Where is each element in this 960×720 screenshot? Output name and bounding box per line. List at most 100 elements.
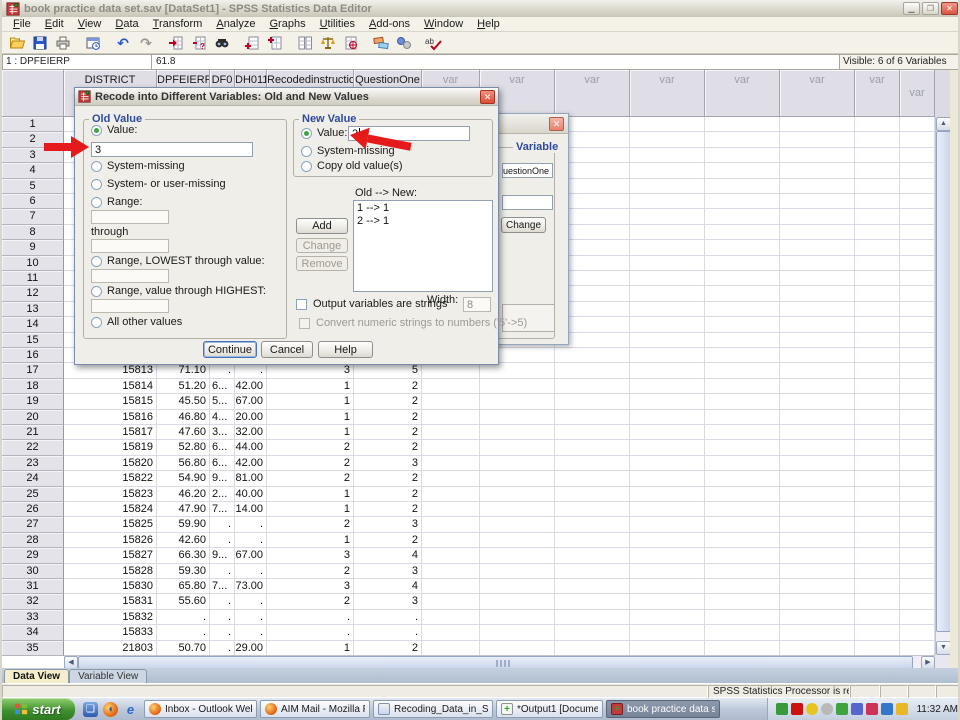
grid-cell[interactable] (630, 348, 705, 363)
column-header[interactable]: var (705, 70, 780, 117)
old-system-user-missing-radio[interactable]: System- or user-missing (91, 178, 226, 190)
grid-cell[interactable]: 15822 (64, 471, 157, 486)
grid-cell[interactable] (480, 594, 555, 609)
old-value-radio[interactable]: Value: (91, 124, 137, 136)
grid-cell[interactable] (900, 641, 935, 656)
grid-cell[interactable] (780, 471, 855, 486)
grid-cell[interactable] (630, 594, 705, 609)
grid-cell[interactable]: 15819 (64, 440, 157, 455)
tab-data-view[interactable]: Data View (4, 669, 69, 683)
row-header[interactable]: 34 (2, 625, 64, 640)
grid-cell[interactable] (855, 594, 900, 609)
grid-cell[interactable]: 59.30 (157, 564, 210, 579)
grid-cell[interactable] (705, 179, 780, 194)
grid-cell[interactable]: 2 (267, 471, 354, 486)
row-header[interactable]: 25 (2, 487, 64, 502)
grid-cell[interactable] (780, 132, 855, 147)
grid-cell[interactable] (705, 163, 780, 178)
grid-cell[interactable]: 3 (267, 363, 354, 378)
grid-cell[interactable] (855, 425, 900, 440)
copy-old-values-radio[interactable]: Copy old value(s) (301, 160, 403, 172)
grid-cell[interactable]: 67.00 (235, 548, 267, 563)
grid-cell[interactable]: 3... (210, 425, 235, 440)
grid-cell[interactable]: 1 (267, 394, 354, 409)
grid-cell[interactable]: 7... (210, 502, 235, 517)
grid-cell[interactable] (900, 132, 935, 147)
grid-cell[interactable] (705, 641, 780, 656)
grid-cell[interactable] (422, 425, 480, 440)
spell-check-icon[interactable]: ab (423, 33, 445, 52)
grid-cell[interactable] (900, 333, 935, 348)
grid-cell[interactable] (422, 564, 480, 579)
grid-cell[interactable] (780, 564, 855, 579)
width-input[interactable]: 8 (463, 297, 491, 312)
column-header[interactable]: var (630, 70, 705, 117)
grid-cell[interactable] (480, 625, 555, 640)
grid-cell[interactable] (422, 410, 480, 425)
redo-icon[interactable]: ↷ (135, 33, 157, 52)
grid-cell[interactable] (480, 610, 555, 625)
grid-cell[interactable]: 15816 (64, 410, 157, 425)
grid-cell[interactable] (900, 302, 935, 317)
grid-cell[interactable] (630, 579, 705, 594)
grid-cell[interactable] (555, 641, 630, 656)
grid-cell[interactable] (555, 410, 630, 425)
grid-cell[interactable]: 2 (354, 471, 422, 486)
row-header[interactable]: 26 (2, 502, 64, 517)
row-header[interactable]: 11 (2, 271, 64, 286)
grid-cell[interactable] (422, 517, 480, 532)
grid-cell[interactable] (480, 425, 555, 440)
change-button[interactable]: Change (501, 217, 546, 233)
grid-cell[interactable] (780, 194, 855, 209)
grid-cell[interactable] (555, 456, 630, 471)
grid-cell[interactable]: 4 (354, 548, 422, 563)
range-to-input[interactable] (91, 239, 169, 253)
grid-cell[interactable] (480, 517, 555, 532)
row-header[interactable]: 28 (2, 533, 64, 548)
grid-cell[interactable]: 50.70 (157, 641, 210, 656)
grid-cell[interactable]: 46.20 (157, 487, 210, 502)
old-value-input[interactable]: 3 (91, 142, 253, 157)
grid-cell[interactable] (900, 471, 935, 486)
grid-cell[interactable] (780, 209, 855, 224)
grid-cell[interactable] (900, 240, 935, 255)
grid-cell[interactable]: 3 (354, 594, 422, 609)
row-header[interactable]: 12 (2, 286, 64, 301)
grid-cell[interactable] (780, 579, 855, 594)
grid-cell[interactable] (705, 564, 780, 579)
grid-cell[interactable]: 1 (267, 410, 354, 425)
messenger-icon[interactable] (851, 703, 863, 715)
grid-cell[interactable] (630, 179, 705, 194)
grid-cell[interactable] (900, 625, 935, 640)
grid-cell[interactable] (555, 564, 630, 579)
grid-cell[interactable]: . (235, 625, 267, 640)
grid-cell[interactable] (630, 271, 705, 286)
grid-cell[interactable]: 1 (267, 379, 354, 394)
row-header[interactable]: 31 (2, 579, 64, 594)
output-variable-name-field[interactable]: dQuestionOne (502, 163, 553, 178)
insert-cases-icon[interactable] (241, 33, 263, 52)
grid-cell[interactable] (705, 317, 780, 332)
grid-cell[interactable] (422, 394, 480, 409)
menu-addons[interactable]: Add-ons (362, 18, 417, 30)
grid-cell[interactable] (630, 117, 705, 132)
grid-cell[interactable]: . (235, 533, 267, 548)
grid-cell[interactable]: 2 (354, 533, 422, 548)
continue-button[interactable]: Continue (203, 341, 257, 358)
row-header[interactable]: 8 (2, 225, 64, 240)
grid-cell[interactable] (900, 163, 935, 178)
grid-cell[interactable]: 66.30 (157, 548, 210, 563)
grid-cell[interactable] (780, 271, 855, 286)
grid-cell[interactable] (900, 179, 935, 194)
taskbar-button[interactable]: Recoding_Data_in_S... (373, 700, 493, 718)
grid-cell[interactable] (630, 610, 705, 625)
grid-cell[interactable]: 2 (354, 394, 422, 409)
grid-cell[interactable]: 29.00 (235, 641, 267, 656)
grid-cell[interactable] (630, 548, 705, 563)
help-button[interactable]: Help (318, 341, 373, 358)
menu-analyze[interactable]: Analyze (209, 18, 262, 30)
grid-cell[interactable] (480, 410, 555, 425)
weight-cases-icon[interactable] (317, 33, 339, 52)
grid-cell[interactable] (855, 564, 900, 579)
grid-cell[interactable] (705, 440, 780, 455)
